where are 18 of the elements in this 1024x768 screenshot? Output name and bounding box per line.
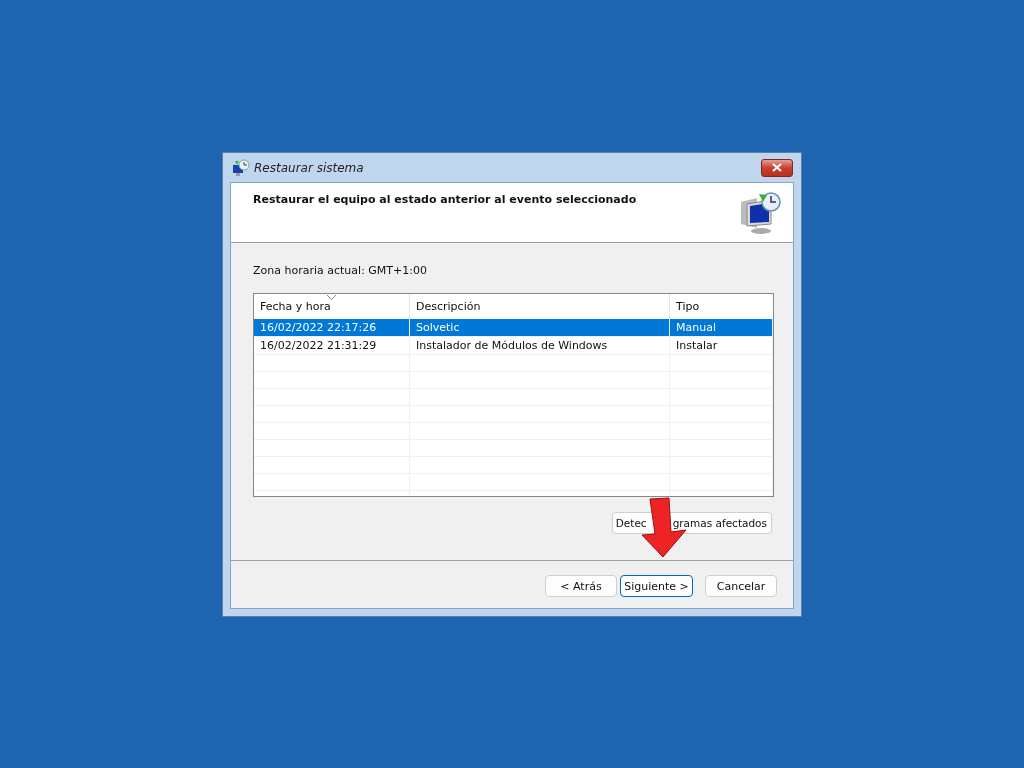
close-icon (772, 163, 782, 172)
restore-icon (232, 158, 250, 177)
table-cell: Instalar (670, 337, 773, 354)
cancel-button[interactable]: Cancelar (705, 575, 777, 597)
dialog-heading: Restaurar el equipo al estado anterior al evento seleccionado (253, 193, 637, 206)
table-cell: Instalador de Módulos de Windows (410, 337, 670, 354)
table-cell: Solvetic (410, 319, 670, 336)
table-cell: 16/02/2022 21:31:29 (254, 337, 410, 354)
close-button[interactable] (761, 158, 793, 177)
back-button[interactable]: < Atrás (545, 575, 617, 597)
table-cell: 16/02/2022 22:17:26 (254, 319, 410, 336)
column-header[interactable]: Tipo (670, 294, 773, 319)
table-cell: Manual (670, 319, 773, 336)
next-button[interactable]: Siguiente > (620, 575, 693, 597)
restore-point-row[interactable]: 16/02/2022 21:31:29 Instalador de Módulos de Windows Instalar (254, 337, 773, 355)
window-title: Restaurar sistema (254, 160, 364, 175)
timezone-label: Zona horaria actual: GMT+1:00 (253, 264, 428, 277)
restore-point-row[interactable]: 16/02/2022 22:17:26 Solvetic Manual (254, 319, 773, 337)
